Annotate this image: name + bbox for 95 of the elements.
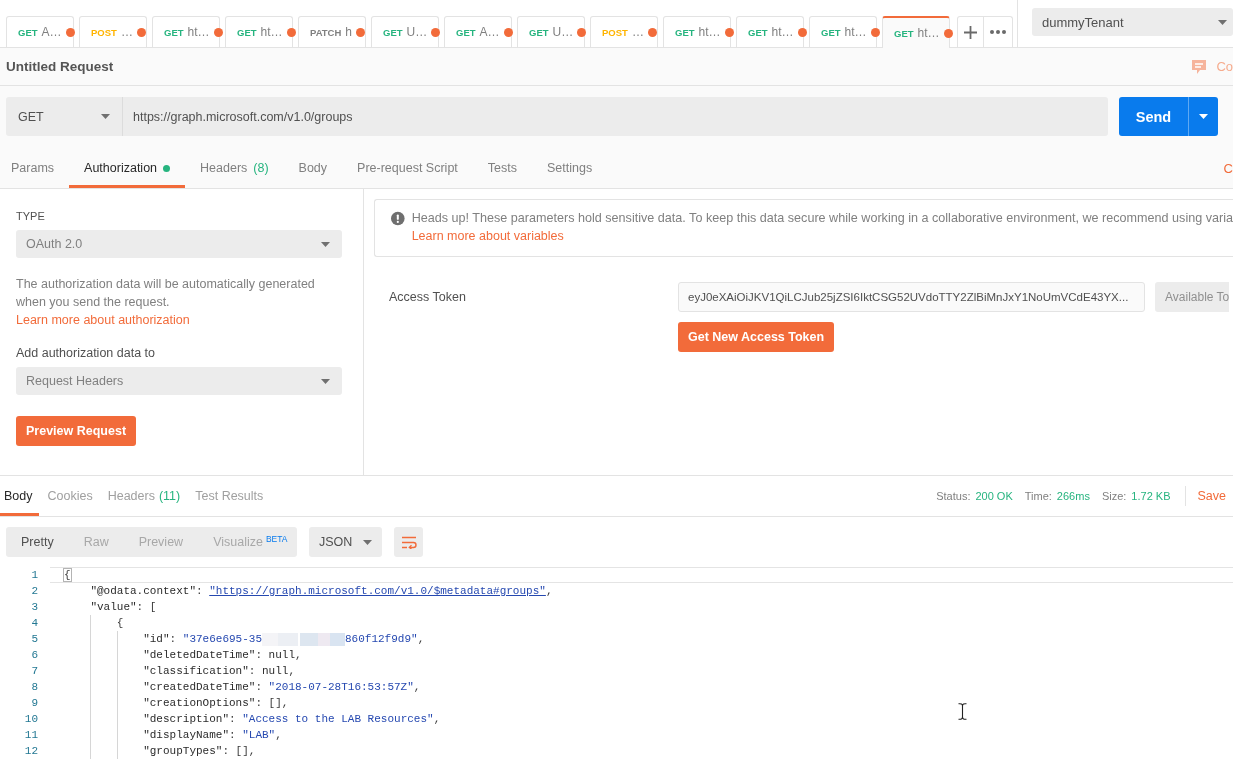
line-number: 10 <box>23 712 39 727</box>
response-tab[interactable]: Cookies <box>41 476 99 516</box>
stat-label: Time: <box>1024 490 1052 502</box>
url-field[interactable]: https://graph.microsoft.com/v1.0/groups <box>122 97 1108 136</box>
line-number: 4 <box>30 616 39 631</box>
line-number: 3 <box>30 600 39 615</box>
code-line: "displayName": "LAB", <box>143 728 282 742</box>
line-number: 2 <box>30 584 39 599</box>
request-tab[interactable]: GET ht… <box>736 16 804 47</box>
request-section-tab[interactable]: Pre-request Script <box>342 148 473 188</box>
request-tab[interactable]: PATCH h <box>298 16 366 47</box>
environment-select[interactable]: dummyTenant <box>1032 8 1233 36</box>
add-to-select[interactable]: Request Headers <box>16 367 342 395</box>
caret-icon <box>1218 19 1227 25</box>
request-tab[interactable]: GET ht… <box>152 16 220 47</box>
comment-icon <box>1191 58 1208 75</box>
code-line: { <box>116 616 124 630</box>
code-line: "deletedDateTime": null, <box>143 648 302 662</box>
get-new-token-button[interactable]: Get New Access Token <box>678 322 835 352</box>
code-line: "classification": null, <box>143 664 295 678</box>
line-number: 11 <box>23 728 39 743</box>
cookies-link[interactable]: C <box>1223 160 1233 176</box>
line-number: 6 <box>30 648 39 663</box>
plus-icon <box>964 25 977 39</box>
more-icon <box>990 30 1006 34</box>
code-line: "description": "Access to the LAB Resources", <box>143 712 441 726</box>
type-label: TYPE <box>16 210 45 222</box>
view-mode-tab[interactable]: Preview <box>123 527 199 557</box>
caret-icon <box>321 378 330 384</box>
add-to-label: Add authorization data to <box>16 346 155 360</box>
caret-icon <box>101 114 110 119</box>
code-line: "@odata.context": "https://graph.microsoft.com/v1.0/$metadata#groups", <box>90 584 553 598</box>
available-tokens-button[interactable]: Available To <box>1155 282 1230 312</box>
code-line: "value": [ <box>90 600 157 614</box>
line-number: 5 <box>30 632 39 647</box>
request-title: Untitled Request <box>6 59 114 74</box>
code-line: "groupTypes": [], <box>143 744 256 758</box>
stat-value: 266ms <box>1056 490 1090 502</box>
request-tab[interactable]: POST … <box>79 16 147 47</box>
auth-type-select[interactable]: OAuth 2.0 <box>16 230 342 258</box>
request-tab[interactable]: GET ht… <box>882 16 950 48</box>
learn-more-link[interactable]: Learn more about authorization <box>16 313 190 327</box>
format-select[interactable]: JSON <box>309 527 382 557</box>
line-number: 9 <box>30 696 39 711</box>
request-tab[interactable]: GET ht… <box>225 16 293 47</box>
access-token-field[interactable]: eyJ0eXAiOiJKV1QiLCJub25jZSI6IktCSG52UVdoTTY2ZlBiMnJxY1NoUmVCdE43YX... <box>678 282 1145 312</box>
variables-link[interactable]: Learn more about variables <box>411 229 564 243</box>
code-fragment: 860f12f9d9", <box>345 632 425 646</box>
request-section-tab[interactable]: Headers (8) <box>185 148 284 188</box>
save-response-link[interactable]: Save <box>1197 489 1226 503</box>
caret-icon <box>363 539 372 545</box>
code-fragment: "id": "37e6e695-35 <box>143 632 262 646</box>
line-number: 1 <box>30 568 39 583</box>
method-select[interactable]: GET <box>6 97 122 136</box>
access-token-label: Access Token <box>389 290 467 304</box>
request-section-tab[interactable]: Tests <box>472 148 532 188</box>
line-number: 7 <box>30 664 39 679</box>
response-tab[interactable]: Body <box>0 476 39 516</box>
stat-label: Size: <box>1101 490 1127 502</box>
request-tab[interactable]: GET ht… <box>809 16 877 47</box>
line-number: 12 <box>23 744 39 759</box>
request-tab[interactable]: GET ht… <box>663 16 731 47</box>
text-wrap-icon <box>400 535 417 549</box>
request-tab[interactable]: GET A… <box>6 16 74 47</box>
request-tab[interactable]: GET U… <box>371 16 439 47</box>
request-tab[interactable]: GET U… <box>517 16 585 47</box>
caret-icon <box>321 241 330 247</box>
text-cursor-icon <box>958 703 967 720</box>
request-tab[interactable]: POST … <box>590 16 658 47</box>
request-section-tab[interactable]: Body <box>283 148 343 188</box>
code-line: "creationOptions": [], <box>143 696 289 710</box>
code-line: { <box>64 568 71 582</box>
stat-value: 1.72 KB <box>1131 490 1171 502</box>
caret-icon <box>1199 114 1208 119</box>
request-section-tab[interactable]: Settings <box>532 148 608 188</box>
wrap-lines-button[interactable] <box>394 527 423 557</box>
request-tab[interactable]: GET A… <box>444 16 512 47</box>
auth-description: The authorization data will be automatically generated when you send the request. Learn more about authorization <box>16 276 316 329</box>
send-button[interactable]: Send <box>1119 97 1188 136</box>
stat-value: 200 OK <box>975 490 1013 502</box>
code-line: "createdDateTime": "2018-07-28T16:53:57Z", <box>143 680 421 694</box>
notice-text: Heads up! These parameters hold sensitive data. To keep this data secure while working in a collaborative environment, we recommend using varia <box>411 211 1233 225</box>
new-tab-button[interactable] <box>957 16 984 47</box>
alert-icon <box>391 211 405 226</box>
line-number: 8 <box>30 680 39 695</box>
response-tab[interactable]: Test Results <box>189 476 270 516</box>
preview-request-button[interactable]: Preview Request <box>16 416 137 446</box>
stat-label: Status: <box>936 490 971 502</box>
view-mode-tab[interactable]: Visualize $^{BETA}$ <box>198 527 303 557</box>
send-options-button[interactable] <box>1188 97 1218 136</box>
view-mode-tab[interactable]: Raw <box>68 527 124 557</box>
response-tab[interactable]: Headers (11) <box>101 476 187 516</box>
more-options-button[interactable] <box>984 16 1013 47</box>
request-section-tab[interactable]: Params <box>0 148 70 188</box>
view-mode-tab[interactable]: Pretty <box>6 527 69 557</box>
